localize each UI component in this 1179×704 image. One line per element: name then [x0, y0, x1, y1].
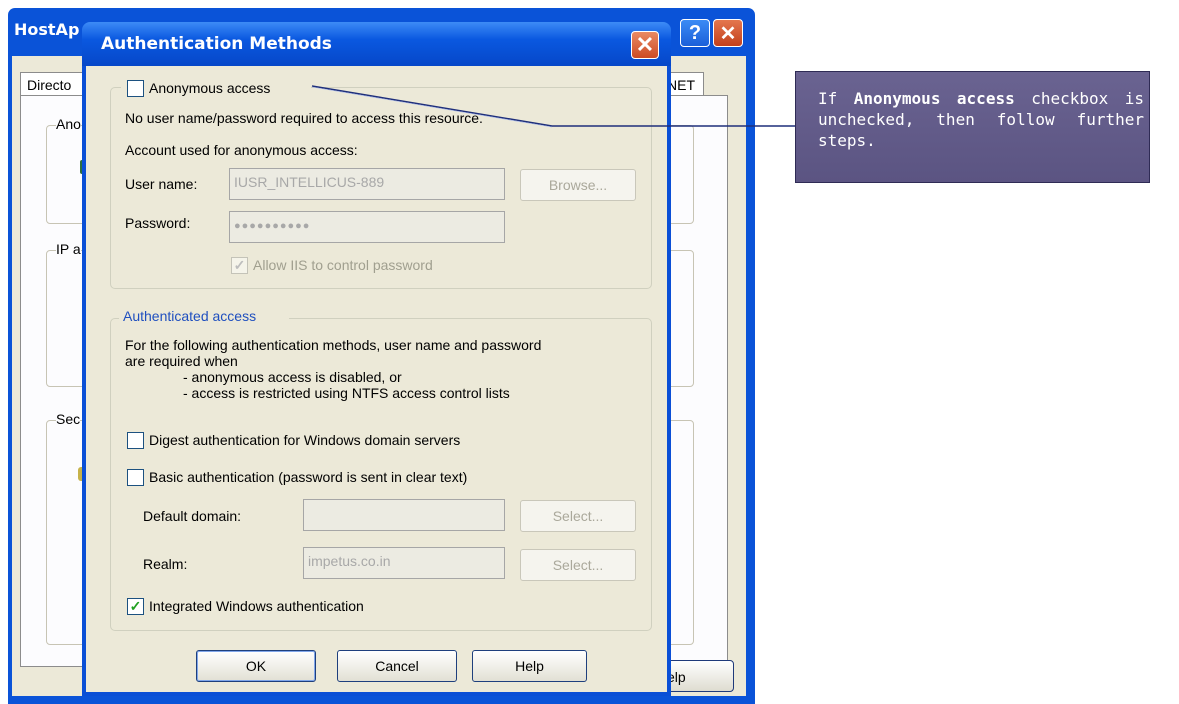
callout-bold: Anonymous access — [853, 89, 1015, 108]
callout-text: If Anonymous access checkbox is unchecke… — [818, 88, 1144, 151]
callout-prefix: If — [818, 89, 838, 108]
